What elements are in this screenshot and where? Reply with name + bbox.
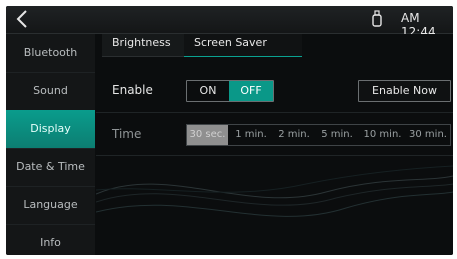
chevron-left-icon <box>16 10 27 28</box>
settings-content: Brightness Screen Saver Enable ON OFF En… <box>96 34 453 255</box>
sidebar-item-language[interactable]: Language <box>6 186 95 225</box>
tab-screen-saver[interactable]: Screen Saver <box>184 34 302 57</box>
time-option-2-min[interactable]: 2 min. <box>274 125 314 145</box>
settings-sidebar: Bluetooth Sound Display Date & Time Lang… <box>6 34 95 255</box>
time-option-5-min[interactable]: 5 min. <box>317 125 357 145</box>
time-option-30-min[interactable]: 30 min. <box>406 125 450 145</box>
usb-icon <box>372 10 382 27</box>
time-option-30-sec[interactable]: 30 sec. <box>187 125 228 145</box>
sidebar-item-info[interactable]: Info <box>6 224 95 255</box>
time-option-10-min[interactable]: 10 min. <box>360 125 405 145</box>
back-button[interactable] <box>10 8 34 30</box>
enable-label: Enable <box>112 83 153 97</box>
enable-on-option[interactable]: ON <box>187 81 229 101</box>
sidebar-item-date-time[interactable]: Date & Time <box>6 148 95 187</box>
sidebar-item-sound[interactable]: Sound <box>6 72 95 111</box>
time-selector[interactable]: 30 sec. 1 min. 2 min. 5 min. 10 min. 30 … <box>186 124 451 146</box>
tab-brightness[interactable]: Brightness <box>102 34 196 57</box>
row-divider <box>96 112 453 113</box>
top-bar: AM 12:44 <box>6 6 453 39</box>
enable-now-button[interactable]: Enable Now <box>358 80 451 102</box>
sidebar-item-bluetooth[interactable]: Bluetooth <box>6 34 95 73</box>
enable-toggle[interactable]: ON OFF <box>186 80 274 102</box>
time-label: Time <box>112 127 142 141</box>
time-option-1-min[interactable]: 1 min. <box>231 125 271 145</box>
background-wave-graphic <box>96 165 453 217</box>
usb-status <box>371 10 383 28</box>
sidebar-item-display[interactable]: Display <box>6 110 95 149</box>
enable-off-option[interactable]: OFF <box>229 81 273 101</box>
head-unit-screen: AM 12:44 Bluetooth Sound Display Date & … <box>6 6 453 255</box>
